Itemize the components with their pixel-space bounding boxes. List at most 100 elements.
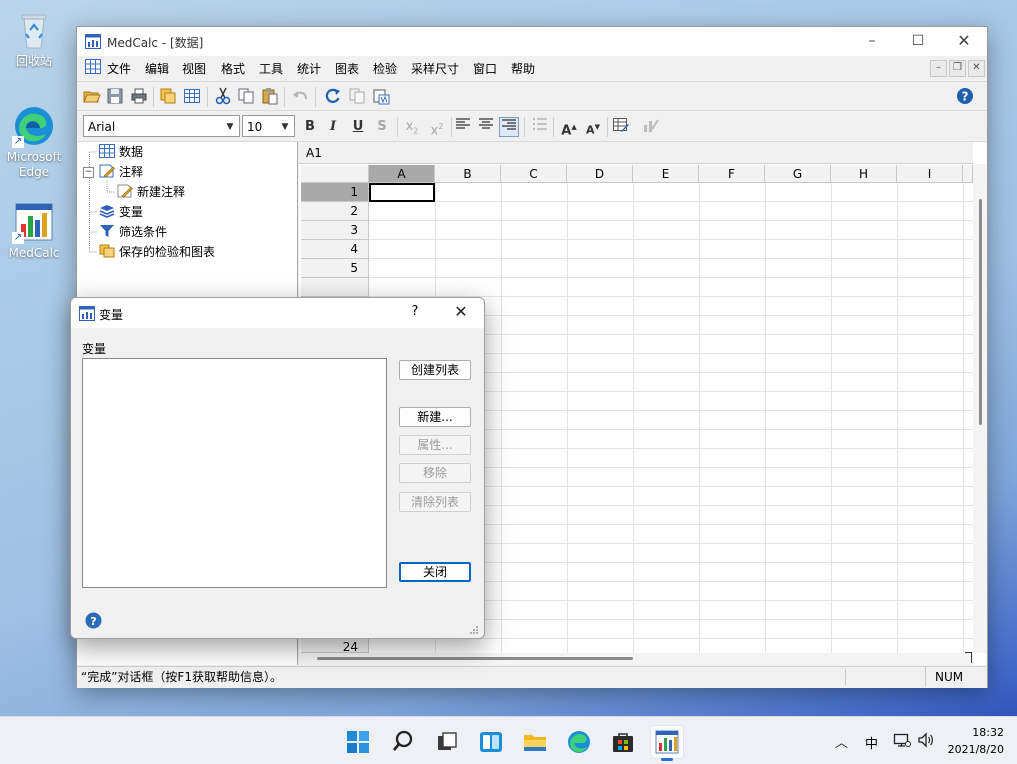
- variables-listbox[interactable]: [82, 358, 387, 588]
- input-method-indicator[interactable]: 中: [865, 733, 878, 752]
- column-header[interactable]: H: [831, 165, 897, 183]
- clock-time[interactable]: 18:32: [948, 726, 1004, 739]
- menu-window[interactable]: 窗口: [473, 60, 497, 77]
- font-size-select[interactable]: 10 ▼: [242, 115, 295, 137]
- minimize-button[interactable]: –: [849, 27, 895, 56]
- menu-tests[interactable]: 检验: [373, 60, 397, 77]
- collapse-icon[interactable]: −: [83, 167, 94, 178]
- superscript-icon[interactable]: x2: [427, 117, 447, 138]
- task-view-button[interactable]: [430, 725, 464, 759]
- menu-sample-size[interactable]: 采样尺寸: [411, 60, 459, 77]
- menu-format[interactable]: 格式: [221, 60, 245, 77]
- help-icon[interactable]: ?: [956, 87, 974, 105]
- clear-list-button[interactable]: 清除列表: [399, 492, 471, 512]
- volume-icon[interactable]: [917, 732, 935, 748]
- medcalc-taskbar-button[interactable]: [650, 725, 684, 761]
- menu-edit[interactable]: 编辑: [145, 60, 169, 77]
- paste-icon[interactable]: [261, 87, 279, 105]
- align-right-icon[interactable]: [499, 117, 519, 137]
- increase-font-icon[interactable]: A▲: [559, 117, 579, 138]
- column-header-partial[interactable]: [963, 165, 973, 183]
- subscript-icon[interactable]: x2: [402, 117, 422, 137]
- active-cell[interactable]: [369, 183, 435, 202]
- size-grip-icon[interactable]: [469, 624, 479, 634]
- column-header[interactable]: B: [435, 165, 501, 183]
- tree-item-filters[interactable]: 筛选条件: [99, 223, 167, 241]
- maximize-button[interactable]: ☐: [895, 27, 941, 56]
- clock-date[interactable]: 2021/8/20: [940, 743, 1004, 756]
- underline-button[interactable]: U: [348, 117, 368, 137]
- scroll-thumb[interactable]: [317, 657, 633, 660]
- recalculate-icon[interactable]: [324, 87, 342, 105]
- export-icon[interactable]: [372, 87, 390, 105]
- spreadsheet-icon[interactable]: [183, 87, 201, 105]
- row-header[interactable]: 24: [301, 639, 369, 653]
- font-name-select[interactable]: Arial ▼: [83, 115, 240, 137]
- new-variable-button[interactable]: 新建...: [399, 407, 471, 427]
- bullet-list-icon[interactable]: [530, 117, 550, 137]
- tree-item-data[interactable]: 数据: [99, 143, 143, 161]
- close-button[interactable]: ✕: [941, 27, 987, 56]
- desktop-icon-medcalc[interactable]: ↗ MedCalc: [2, 200, 66, 261]
- copy-sheet-icon[interactable]: [159, 87, 177, 105]
- select-all-corner[interactable]: [301, 165, 369, 183]
- column-header[interactable]: I: [897, 165, 963, 183]
- vertical-scrollbar[interactable]: [973, 164, 987, 653]
- row-header[interactable]: [301, 278, 369, 297]
- row-header[interactable]: 5: [301, 259, 369, 278]
- print-icon[interactable]: [130, 87, 148, 105]
- row-header[interactable]: 2: [301, 202, 369, 221]
- resize-grip[interactable]: [965, 652, 972, 663]
- tree-item-notes[interactable]: 注释: [99, 163, 143, 181]
- cut-icon[interactable]: [214, 87, 232, 105]
- desktop-icon-edge[interactable]: ↗ Microsoft Edge: [2, 104, 66, 180]
- scroll-thumb[interactable]: [979, 199, 982, 425]
- tree-item-new-note[interactable]: 新建注释: [117, 183, 185, 201]
- remove-button[interactable]: 移除: [399, 463, 471, 483]
- file-explorer-button[interactable]: [518, 725, 552, 759]
- decrease-font-icon[interactable]: A▼: [583, 117, 603, 137]
- dialog-close-button[interactable]: ✕: [449, 302, 473, 321]
- column-header[interactable]: F: [699, 165, 765, 183]
- column-header[interactable]: D: [567, 165, 633, 183]
- dialog-help-button[interactable]: ?: [407, 304, 423, 319]
- mdi-restore-button[interactable]: ❐: [949, 60, 966, 77]
- row-header[interactable]: 3: [301, 221, 369, 240]
- copy-icon[interactable]: [237, 87, 255, 105]
- bold-button[interactable]: B: [300, 117, 320, 137]
- italic-button[interactable]: I: [323, 117, 343, 137]
- save-icon[interactable]: [106, 87, 124, 105]
- tree-item-saved-tests[interactable]: 保存的检验和图表: [99, 243, 215, 261]
- properties-button[interactable]: 属性...: [399, 435, 471, 455]
- horizontal-scrollbar[interactable]: [299, 653, 973, 665]
- help-icon[interactable]: ?: [85, 612, 102, 629]
- edge-taskbar-button[interactable]: [562, 725, 596, 759]
- start-button[interactable]: [341, 725, 375, 759]
- format-cells-icon[interactable]: [611, 117, 631, 137]
- column-header[interactable]: E: [633, 165, 699, 183]
- column-header[interactable]: C: [501, 165, 567, 183]
- desktop-icon-recycle-bin[interactable]: 回收站: [2, 8, 66, 69]
- menu-tools[interactable]: 工具: [259, 60, 283, 77]
- row-header[interactable]: 1: [301, 183, 369, 202]
- dialog-title-bar[interactable]: 变量 ? ✕: [71, 298, 484, 328]
- copy-special-icon[interactable]: [348, 87, 366, 105]
- mdi-minimize-button[interactable]: –: [930, 60, 947, 77]
- close-dialog-button[interactable]: 关闭: [399, 562, 471, 582]
- align-left-icon[interactable]: [453, 117, 473, 137]
- chart-format-icon[interactable]: [640, 117, 660, 137]
- menu-help[interactable]: 帮助: [511, 60, 535, 77]
- create-list-button[interactable]: 创建列表: [399, 360, 471, 380]
- undo-icon[interactable]: [291, 87, 309, 105]
- menu-view[interactable]: 视图: [182, 60, 206, 77]
- search-button[interactable]: [386, 725, 420, 759]
- widgets-button[interactable]: [474, 725, 508, 759]
- mdi-close-button[interactable]: ✕: [968, 60, 985, 77]
- column-header[interactable]: G: [765, 165, 831, 183]
- title-bar[interactable]: MedCalc - [数据] – ☐ ✕: [77, 27, 987, 56]
- network-icon[interactable]: [893, 732, 911, 748]
- column-header[interactable]: A: [369, 165, 435, 183]
- menu-statistics[interactable]: 统计: [297, 60, 321, 77]
- tree-item-variables[interactable]: 变量: [99, 203, 143, 221]
- menu-graphs[interactable]: 图表: [335, 60, 359, 77]
